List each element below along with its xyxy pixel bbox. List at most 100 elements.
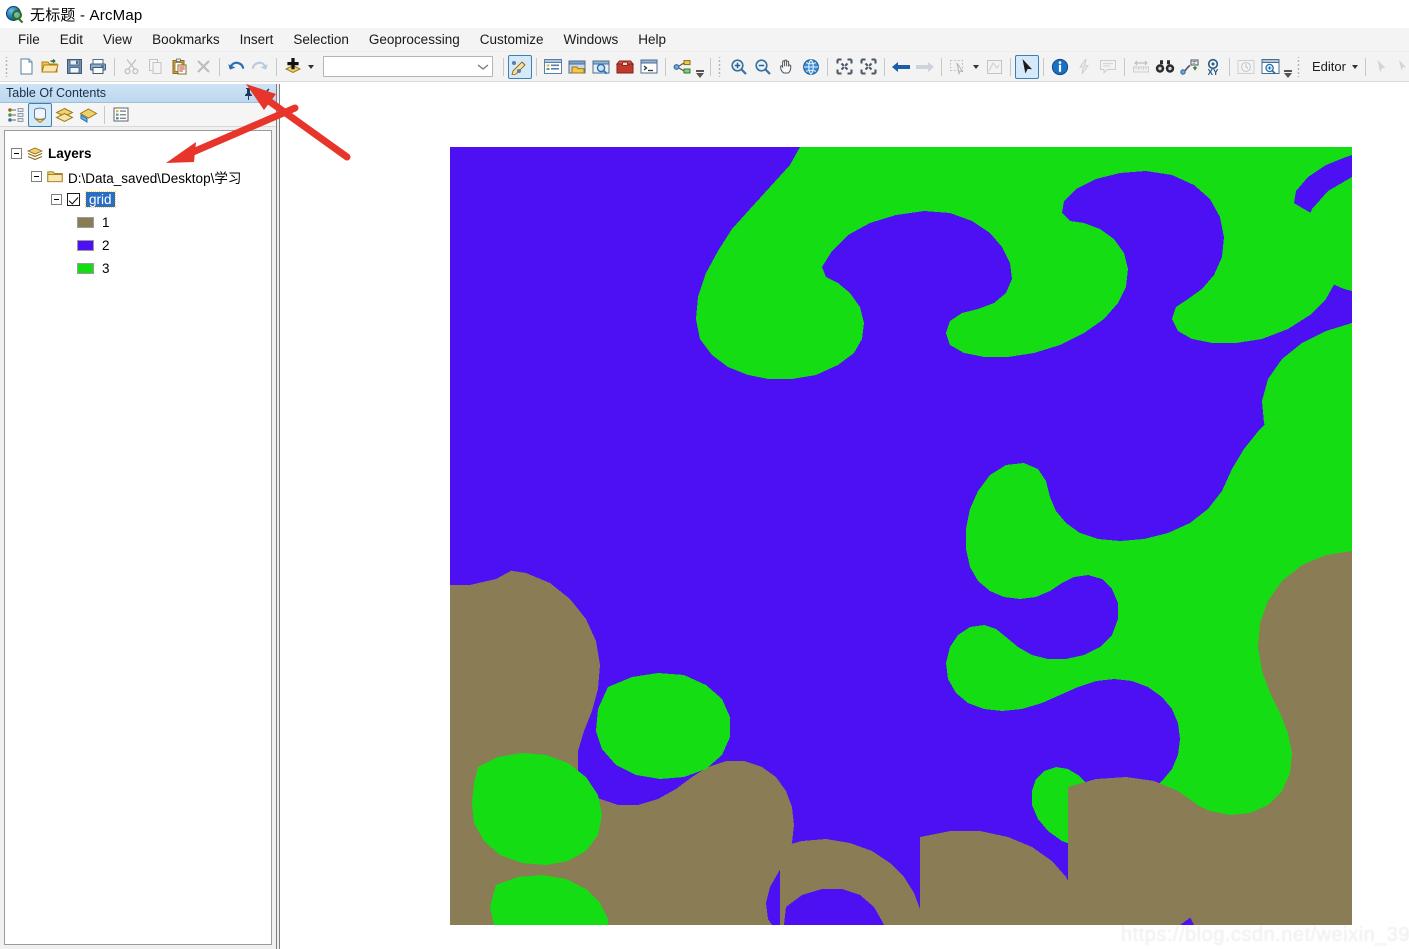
select-features-dropdown-arrow-icon[interactable] [970,55,982,79]
tools-toolbar: XY [715,53,1294,81]
scale-combo[interactable] [323,56,493,77]
editor-menu-label[interactable]: Editor [1306,59,1349,74]
list-by-selection-icon[interactable] [76,103,100,127]
legend-swatch-2[interactable] [77,240,94,251]
editor-toolbar: Editor A [1294,53,1409,81]
list-by-drawing-order-icon[interactable] [4,103,28,127]
toolbar-grip[interactable] [4,56,11,77]
identify-icon[interactable] [1048,55,1072,79]
toc-node-layer-grid[interactable]: grid [5,188,271,211]
paste-icon[interactable] [167,55,191,79]
clear-selection-icon[interactable] [982,55,1006,79]
html-popup-icon[interactable] [1096,55,1120,79]
layers-icon [27,147,43,161]
expander-layers-icon[interactable] [11,148,22,159]
expander-folder-icon[interactable] [31,171,42,182]
open-icon[interactable] [38,55,62,79]
toc-toolbar [0,102,276,127]
menu-help[interactable]: Help [628,29,676,50]
measure-icon[interactable] [1129,55,1153,79]
new-map-icon[interactable] [14,55,38,79]
full-extent-icon[interactable] [799,55,823,79]
select-features-icon[interactable] [946,55,970,79]
add-data-icon[interactable] [281,55,305,79]
python-window-icon[interactable] [637,55,661,79]
menu-customize[interactable]: Customize [470,29,554,50]
zoom-out-icon[interactable] [751,55,775,79]
menu-selection[interactable]: Selection [283,29,359,50]
toolbar-row: XY Editor A [0,52,1409,82]
zoom-in-icon[interactable] [727,55,751,79]
arcmap-globe-magnifier-icon [6,5,24,24]
editor-menu-arrow-icon[interactable] [1349,55,1361,79]
find-icon[interactable] [1153,55,1177,79]
toc-legend-class-1[interactable]: 1 [5,211,271,234]
window-title-cn: 无标题 [30,6,76,24]
editor-toolbar-icon[interactable] [508,54,532,79]
toc-layers-label: Layers [48,146,92,161]
legend-label-3: 3 [102,261,110,276]
expander-grid-icon[interactable] [51,194,62,205]
fixed-zoom-in-icon[interactable] [832,55,856,79]
model-builder-icon[interactable] [670,55,694,79]
toc-splitter[interactable] [276,84,280,949]
legend-swatch-3[interactable] [77,263,94,274]
go-to-xy-icon[interactable]: XY [1201,55,1225,79]
search-window-icon[interactable] [589,55,613,79]
fixed-zoom-out-icon[interactable] [856,55,880,79]
toc-legend-class-2[interactable]: 2 [5,234,271,257]
tools-toolbar-grip[interactable] [717,56,724,77]
toc-header: Table Of Contents [0,84,276,103]
list-by-visibility-icon[interactable] [52,103,76,127]
select-elements-icon[interactable] [1015,54,1039,79]
toc-node-layers[interactable]: Layers [5,142,271,165]
edit-annotation-tool-icon[interactable]: A [1394,55,1409,79]
legend-swatch-1[interactable] [77,217,94,228]
table-of-contents-icon[interactable] [541,55,565,79]
watermark-text: https://blog.csdn.net/weixin_39190382 [1121,924,1409,946]
go-forward-extent-icon[interactable] [913,55,937,79]
find-route-icon[interactable] [1177,55,1201,79]
close-icon[interactable] [256,85,272,101]
arctoolbox-icon[interactable] [613,55,637,79]
editor-toolbar-grip[interactable] [1296,56,1303,77]
tools-overflow-icon[interactable] [1282,54,1294,80]
map-view[interactable]: https://blog.csdn.net/weixin_39190382 [281,84,1409,949]
toc-layer-label[interactable]: grid [85,191,116,208]
list-by-source-icon[interactable] [28,102,52,127]
cut-icon[interactable] [119,55,143,79]
svg-text:XY: XY [1208,68,1219,76]
menu-geoprocessing[interactable]: Geoprocessing [359,29,470,50]
create-viewer-window-icon[interactable] [1258,55,1282,79]
go-back-extent-icon[interactable] [889,55,913,79]
undo-icon[interactable] [224,55,248,79]
copy-icon[interactable] [143,55,167,79]
pin-icon[interactable] [240,85,256,101]
arcmap-window: 无标题 - ArcMap File Edit View Bookmarks In… [0,0,1409,949]
edit-tool-icon[interactable] [1370,55,1394,79]
add-data-dropdown-arrow-icon[interactable] [305,55,317,79]
menu-file[interactable]: File [8,29,50,50]
menu-view[interactable]: View [93,29,142,50]
toc-legend-class-3[interactable]: 3 [5,257,271,280]
save-icon[interactable] [62,55,86,79]
menu-insert[interactable]: Insert [230,29,284,50]
window-title-suffix: - ArcMap [75,6,143,24]
toc-node-folder[interactable]: D:\Data_saved\Desktop\学习 [5,165,271,188]
catalog-icon[interactable] [565,55,589,79]
layer-visibility-checkbox[interactable] [67,193,80,206]
redo-icon[interactable] [248,55,272,79]
time-slider-icon[interactable] [1234,55,1258,79]
delete-icon[interactable] [191,55,215,79]
menu-windows[interactable]: Windows [554,29,629,50]
menu-bookmarks[interactable]: Bookmarks [142,29,230,50]
toc-tree[interactable]: Layers D:\Data_saved\Desktop\学习 grid 1 2… [4,130,272,945]
toc-options-icon[interactable] [109,103,133,127]
map-raster-grid[interactable] [450,147,1352,925]
toolbar-overflow-icon[interactable] [694,54,706,80]
pan-icon[interactable] [775,55,799,79]
print-icon[interactable] [86,55,110,79]
menu-edit[interactable]: Edit [50,29,93,50]
hyperlink-icon[interactable] [1072,55,1096,79]
table-of-contents-panel: Table Of Contents Layers D:\Data_saved\D… [0,84,276,949]
